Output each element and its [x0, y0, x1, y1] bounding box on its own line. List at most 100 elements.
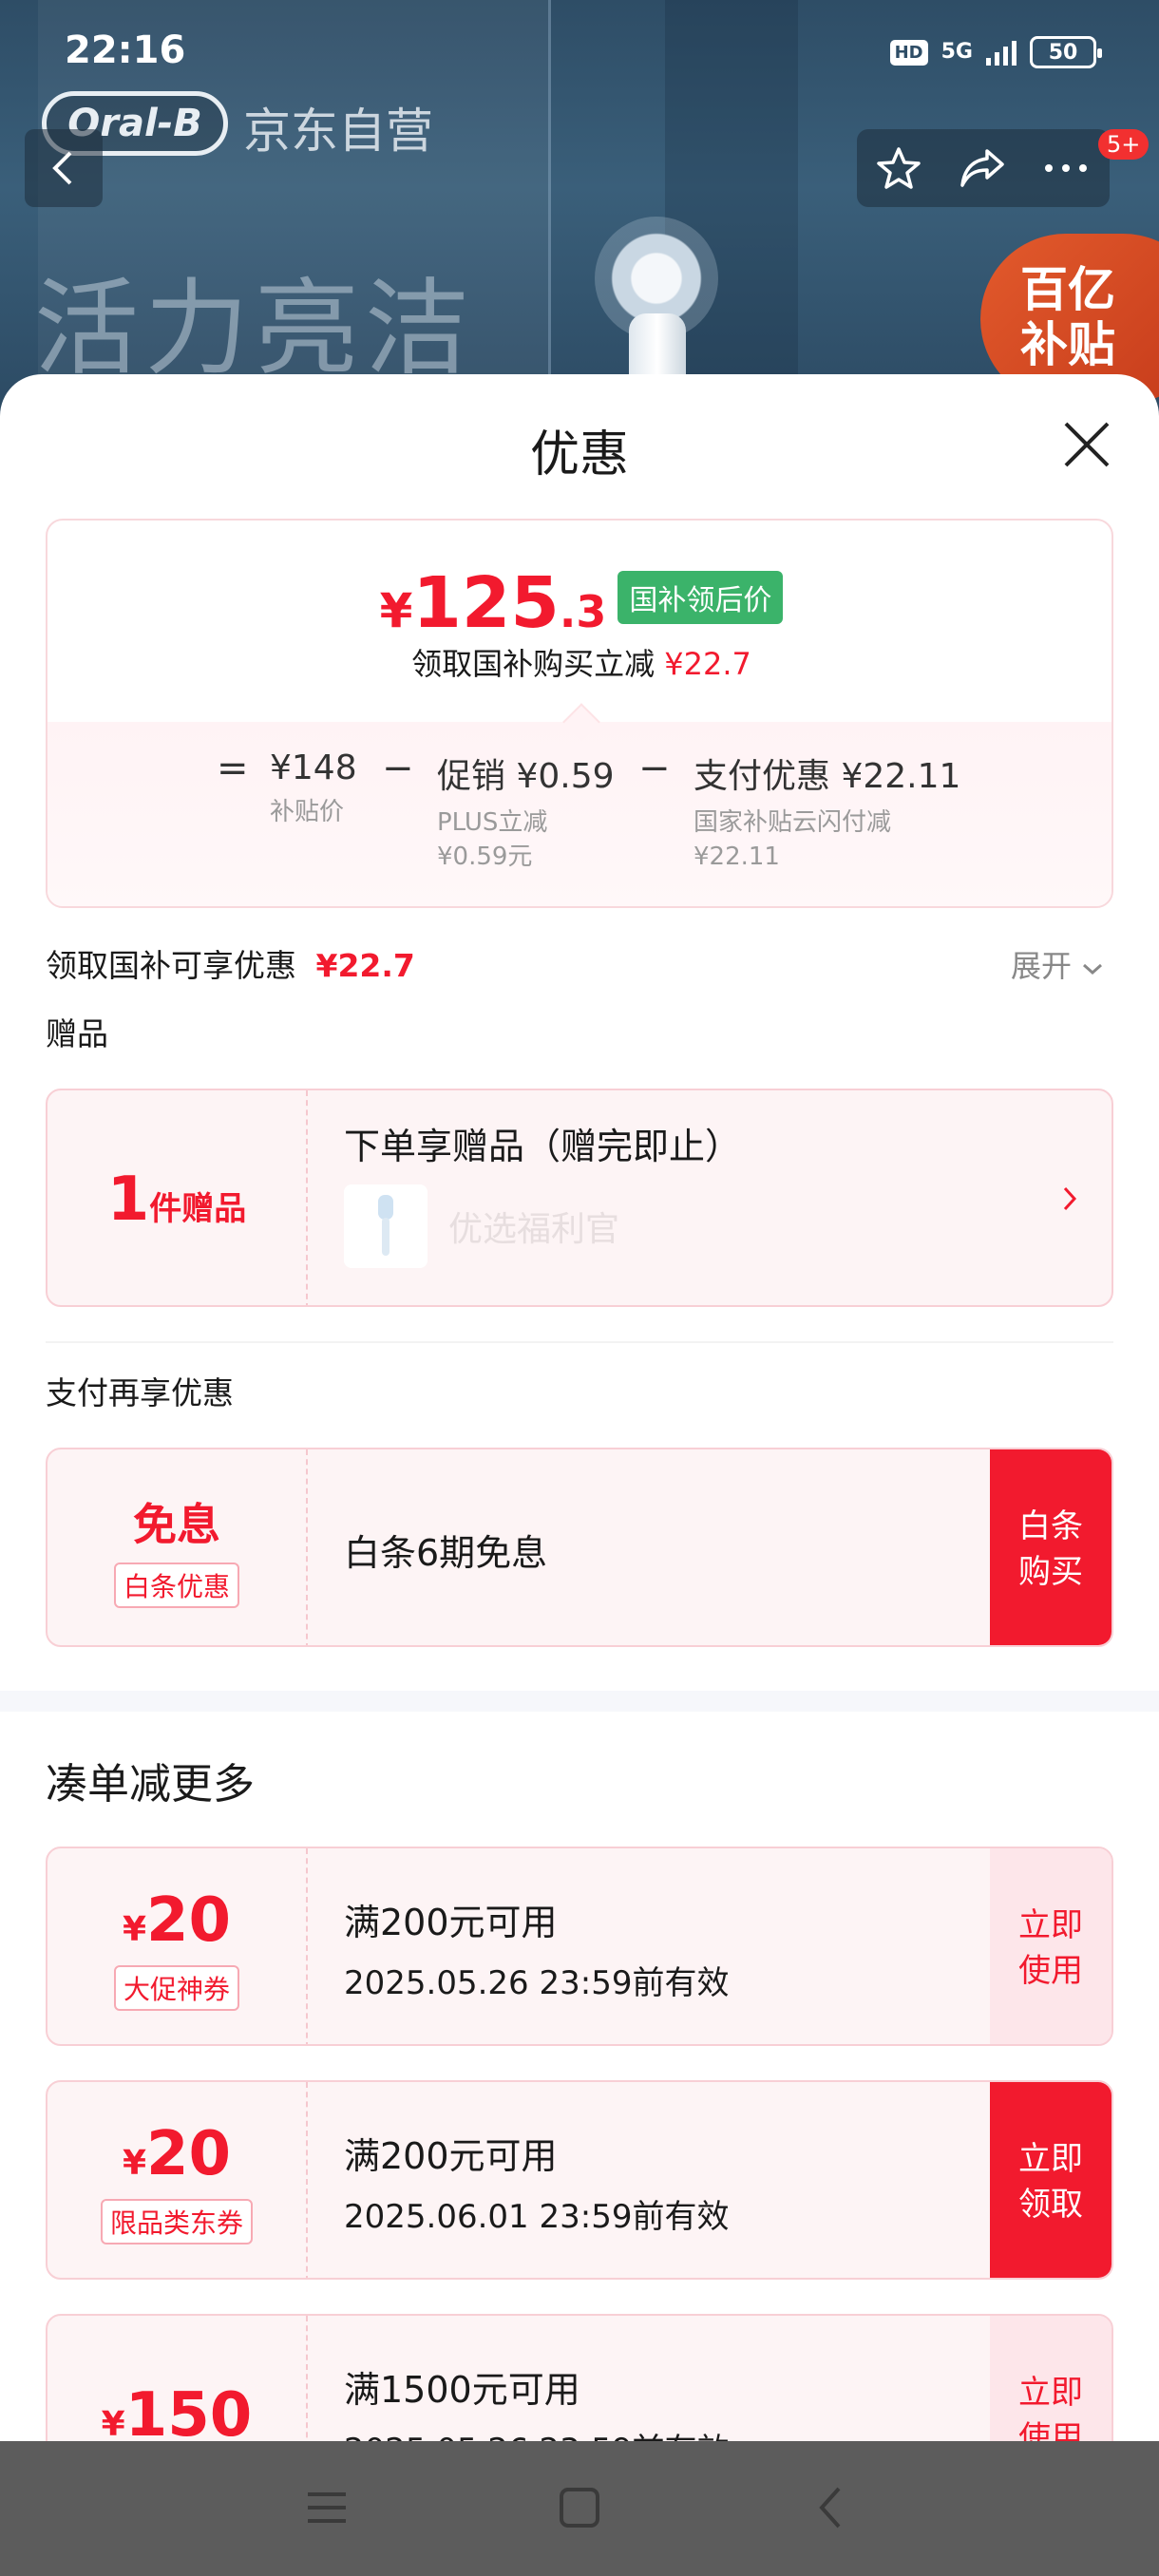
claim-coupon-button[interactable]: 立即领取 [990, 2082, 1112, 2278]
coupon-currency: ¥ [101, 2405, 125, 2444]
pay-section-title: 支付再享优惠 [46, 1374, 234, 1411]
product-hero-background: 活力亮洁 百亿 补贴 Oral-B 京东自营 5+ 22:16 HD 5G 50 [0, 0, 1159, 418]
share-button[interactable] [940, 129, 1024, 207]
coupon-section-title: 凑单减更多 [46, 1760, 255, 1809]
section-divider [46, 1341, 1113, 1343]
final-price: ¥125.3 国补领后价 [48, 562, 1112, 644]
pay-amount: ¥22.11 [694, 843, 780, 871]
hd-indicator: HD [889, 39, 928, 66]
coupon-info: 满200元可用 2025.05.26 23:59前有效 [344, 1848, 729, 2044]
coupon-validity: 2025.06.01 23:59前有效 [344, 2198, 730, 2236]
coupon-amount: 20 [146, 1885, 232, 1956]
promo-amount: ¥0.59元 [437, 843, 533, 871]
gift-source: 优选福利官 [448, 1210, 620, 1249]
pay-label: 国家补贴云闪付减 ¥22.11 [694, 805, 960, 874]
coupon-value: ¥20 限品类东券 [48, 2082, 308, 2278]
gift-count-number: 1 [106, 1165, 150, 1235]
gift-card[interactable]: 1件赠品 下单享赠品（赠完即止） 优选福利官 [46, 1089, 1113, 1307]
coupon-currency: ¥ [122, 1910, 146, 1949]
signal-icon [986, 39, 1016, 66]
section-gap [0, 1691, 1159, 1712]
status-time: 22:16 [65, 28, 186, 72]
coupon-condition: 满200元可用 [344, 1902, 558, 1943]
star-icon [877, 147, 921, 189]
price-subtitle: 领取国补购买立减 ¥22.7 [48, 640, 1112, 684]
gift-thumbnail [344, 1184, 428, 1268]
base-label: 补贴价 [270, 798, 345, 826]
close-icon [1064, 422, 1110, 467]
equals-sign: = [217, 747, 249, 790]
baitiao-desc: 白条6期免息 [344, 1531, 548, 1574]
more-badge: 5+ [1098, 129, 1150, 160]
baitiao-tag: 白条优惠 [113, 1563, 239, 1608]
price-summary-top: ¥125.3 国补领后价 领取国补购买立减 ¥22.7 [48, 521, 1112, 722]
price-decimal: .3 [559, 586, 607, 637]
menu-button[interactable] [296, 2477, 357, 2538]
subsidy-row: 领取国补可享优惠 ¥22.7 [46, 940, 415, 986]
coupon-info: 满200元可用 2025.06.01 23:59前有效 [344, 2082, 730, 2278]
gift-headline: 下单享赠品（赠完即止） [344, 1126, 742, 1167]
coupon-tag: 大促神券 [113, 1965, 239, 2011]
system-nav-bar [0, 2441, 1159, 2576]
price-tag: 国补领后价 [618, 571, 784, 624]
battery-icon: 50 [1030, 36, 1102, 68]
favorite-button[interactable] [857, 129, 940, 207]
price-summary-box: ¥125.3 国补领后价 领取国补购买立减 ¥22.7 = ¥148 补贴价 − … [46, 519, 1113, 908]
minus-sign: − [638, 747, 671, 790]
back-icon [52, 151, 72, 185]
coupon-condition: 满200元可用 [344, 2135, 558, 2177]
hero-text: 活力亮洁 [34, 268, 475, 389]
subsidy-badge-line2: 补贴 [1020, 317, 1115, 372]
minus-sign: − [382, 747, 414, 790]
coupon-amount: 20 [146, 2119, 232, 2189]
coupon-card: ¥20 限品类东券 满200元可用 2025.06.01 23:59前有效 立即… [46, 2080, 1113, 2280]
share-icon [960, 149, 1004, 187]
promo-label: PLUS立减 ¥0.59元 [437, 805, 615, 874]
coupon-amount-line: ¥20 [123, 2119, 231, 2189]
promo-label-text: PLUS立减 [437, 808, 548, 837]
baitiao-buy-button[interactable]: 白条购买 [990, 1449, 1112, 1645]
discount-sheet: 优惠 ¥125.3 国补领后价 领取国补购买立减 ¥22.7 = ¥148 补贴价… [0, 374, 1159, 2576]
action-bar [857, 129, 1110, 207]
coupon-amount-line: ¥20 [123, 1885, 231, 1956]
nav-back-icon [819, 2487, 841, 2529]
price-subtitle-amount: ¥22.7 [664, 646, 751, 682]
baitiao-info: 白条6期免息 [344, 1449, 548, 1645]
expand-button[interactable]: 展开 [1011, 942, 1104, 986]
close-button[interactable] [1058, 416, 1115, 473]
brush-head-icon [378, 1195, 393, 1256]
use-coupon-button[interactable]: 立即使用 [990, 1848, 1112, 2044]
price-subtitle-text: 领取国补购买立减 [411, 646, 656, 682]
price-breakdown: = ¥148 补贴价 − 促销 ¥0.59 PLUS立减 ¥0.59元 − 支付优… [48, 722, 1112, 906]
pay-value: 支付优惠 ¥22.11 [694, 757, 961, 796]
gift-section-title: 赠品 [46, 1015, 108, 1052]
base-value: ¥148 [270, 748, 357, 787]
subsidy-row-label: 领取国补可享优惠 [46, 947, 296, 984]
expand-label: 展开 [1011, 948, 1073, 984]
home-button[interactable] [549, 2477, 610, 2538]
coupon-amount-line: ¥150 [102, 2380, 253, 2451]
chevron-down-icon [1083, 963, 1103, 975]
baitiao-title: 免息 [133, 1499, 220, 1550]
gift-count: 1件赠品 [48, 1090, 308, 1305]
gift-count-line: 1件赠品 [107, 1165, 247, 1235]
promo-value: 促销 ¥0.59 [437, 757, 615, 796]
coupon-currency: ¥ [122, 2144, 146, 2183]
price-integer: 125 [412, 562, 560, 644]
subsidy-row-amount: ¥22.7 [315, 947, 415, 984]
baitiao-card: 免息 白条优惠 白条6期免息 白条购买 [46, 1448, 1113, 1647]
coupon-amount: 150 [124, 2380, 253, 2451]
breakdown-pay: 支付优惠 ¥22.11 国家补贴云闪付减 ¥22.11 [694, 748, 960, 874]
more-button[interactable] [1024, 129, 1108, 207]
nav-back-button[interactable] [800, 2477, 861, 2538]
pay-label-text: 国家补贴云闪付减 [694, 808, 892, 837]
menu-icon [308, 2492, 346, 2523]
gift-source-row: 优选福利官 [344, 1184, 741, 1268]
breakdown-base: ¥148 补贴价 [270, 748, 357, 829]
back-button[interactable] [25, 129, 103, 207]
coupon-condition: 满1500元可用 [344, 2369, 580, 2411]
network-label: 5G [940, 40, 973, 64]
gift-count-unit: 件赠品 [149, 1190, 247, 1228]
gift-info: 下单享赠品（赠完即止） 优选福利官 [344, 1090, 742, 1305]
status-bar: 22:16 HD 5G 50 [0, 0, 1159, 104]
